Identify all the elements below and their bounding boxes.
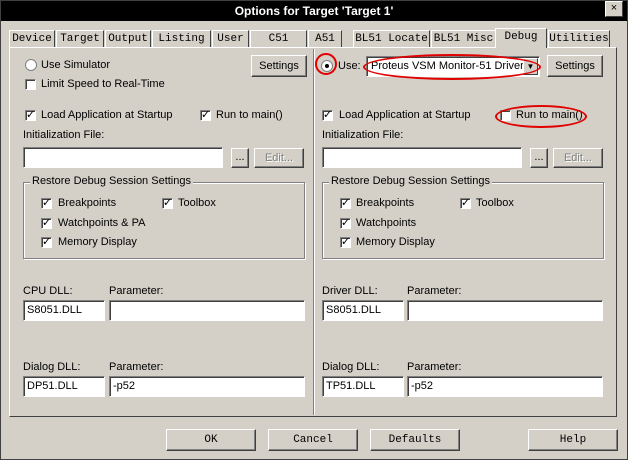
right-watchpoints-label: Watchpoints xyxy=(356,217,417,229)
left-dialog-dll-label: Dialog DLL: xyxy=(23,361,81,373)
tab-device[interactable]: Device xyxy=(9,30,55,47)
left-init-file-label: Initialization File: xyxy=(23,129,105,141)
right-dialog-dll-label: Dialog DLL: xyxy=(322,361,380,373)
right-memory-display-label: Memory Display xyxy=(356,236,435,248)
tab-bl51-locate[interactable]: BL51 Locate xyxy=(353,30,430,47)
tab-utilities[interactable]: Utilities xyxy=(548,30,610,47)
right-browse-button[interactable]: ... xyxy=(530,148,548,168)
cpu-dll-input[interactable]: S8051.DLL xyxy=(23,300,105,321)
left-init-file-input[interactable] xyxy=(23,147,223,168)
right-init-file-label: Initialization File: xyxy=(322,129,404,141)
tab-output[interactable]: Output xyxy=(105,30,151,47)
right-init-file-input[interactable] xyxy=(322,147,522,168)
ok-button[interactable]: OK xyxy=(166,429,256,451)
right-edit-button[interactable]: Edit... xyxy=(553,148,603,168)
driver-dll-input[interactable]: S8051.DLL xyxy=(322,300,404,321)
tab-bl51-misc[interactable]: BL51 Misc xyxy=(431,30,496,47)
left-breakpoints-label: Breakpoints xyxy=(58,197,117,209)
right-toolbox-label: Toolbox xyxy=(476,197,514,209)
close-icon[interactable]: × xyxy=(605,1,623,17)
tab-debug[interactable]: Debug xyxy=(495,28,547,48)
left-load-app-checkbox[interactable] xyxy=(25,108,36,121)
right-dialog-dll-input[interactable]: TP51.DLL xyxy=(322,376,404,397)
driver-dll-label: Driver DLL: xyxy=(322,285,378,297)
driver-select-value: Proteus VSM Monitor-51 Driver xyxy=(371,60,524,72)
right-load-app-checkbox[interactable] xyxy=(322,108,333,121)
left-dialog-param-input[interactable]: -p52 xyxy=(109,376,305,397)
options-dialog: Options for Target 'Target 1' × Device T… xyxy=(0,0,628,460)
driver-param-label: Parameter: xyxy=(407,285,462,297)
simulator-settings-button[interactable]: Settings xyxy=(251,55,307,77)
chevron-down-icon[interactable]: ▼ xyxy=(523,58,538,75)
use-driver-label: Use: xyxy=(338,60,361,72)
cpu-dll-label: CPU DLL: xyxy=(23,285,73,297)
right-run-to-main-checkbox[interactable] xyxy=(500,110,511,121)
driver-select[interactable]: Proteus VSM Monitor-51 Driver ▼ xyxy=(366,56,540,77)
driver-param-input[interactable] xyxy=(407,300,603,321)
left-watchpoints-checkbox[interactable] xyxy=(41,216,52,229)
tab-c51[interactable]: C51 xyxy=(250,30,307,47)
left-memory-display-label: Memory Display xyxy=(58,236,137,248)
defaults-button[interactable]: Defaults xyxy=(370,429,460,451)
left-breakpoints-checkbox[interactable] xyxy=(41,196,52,209)
right-watchpoints-checkbox[interactable] xyxy=(340,216,351,229)
right-load-app-label: Load Application at Startup xyxy=(339,109,471,121)
cancel-button[interactable]: Cancel xyxy=(268,429,358,451)
use-driver-radio[interactable] xyxy=(321,60,333,72)
limit-speed-label: Limit Speed to Real-Time xyxy=(41,78,165,90)
right-breakpoints-label: Breakpoints xyxy=(356,197,415,209)
left-edit-button[interactable]: Edit... xyxy=(254,148,304,168)
cpu-param-input[interactable] xyxy=(109,300,305,321)
right-memory-display-checkbox[interactable] xyxy=(340,235,351,248)
left-run-to-main-checkbox[interactable] xyxy=(200,108,211,121)
left-toolbox-label: Toolbox xyxy=(178,197,216,209)
right-breakpoints-checkbox[interactable] xyxy=(340,196,351,209)
use-simulator-label: Use Simulator xyxy=(41,59,111,71)
tab-listing[interactable]: Listing xyxy=(152,30,211,47)
right-restore-group-title: Restore Debug Session Settings xyxy=(329,175,492,187)
right-run-to-main-label: Run to main() xyxy=(516,109,583,121)
driver-settings-button[interactable]: Settings xyxy=(547,55,603,77)
limit-speed-checkbox[interactable] xyxy=(25,79,36,90)
right-toolbox-checkbox[interactable] xyxy=(460,196,471,209)
left-dialog-param-label: Parameter: xyxy=(109,361,164,373)
title-bar: Options for Target 'Target 1' × xyxy=(1,1,627,21)
left-run-to-main-label: Run to main() xyxy=(216,109,283,121)
left-memory-display-checkbox[interactable] xyxy=(41,235,52,248)
use-simulator-radio[interactable] xyxy=(25,59,37,71)
right-dialog-param-input[interactable]: -p52 xyxy=(407,376,603,397)
right-dialog-param-label: Parameter: xyxy=(407,361,462,373)
left-toolbox-checkbox[interactable] xyxy=(162,196,173,209)
tab-target[interactable]: Target xyxy=(56,30,104,47)
left-dialog-dll-input[interactable]: DP51.DLL xyxy=(23,376,105,397)
window-title: Options for Target 'Target 1' xyxy=(234,4,394,18)
left-watchpoints-label: Watchpoints & PA xyxy=(58,217,146,229)
tab-user[interactable]: User xyxy=(212,30,249,47)
cpu-param-label: Parameter: xyxy=(109,285,164,297)
help-button[interactable]: Help xyxy=(528,429,618,451)
left-browse-button[interactable]: ... xyxy=(231,148,249,168)
panel-divider xyxy=(313,49,315,415)
left-load-app-label: Load Application at Startup xyxy=(41,109,173,121)
left-restore-group-title: Restore Debug Session Settings xyxy=(30,175,193,187)
tab-a51[interactable]: A51 xyxy=(308,30,342,47)
